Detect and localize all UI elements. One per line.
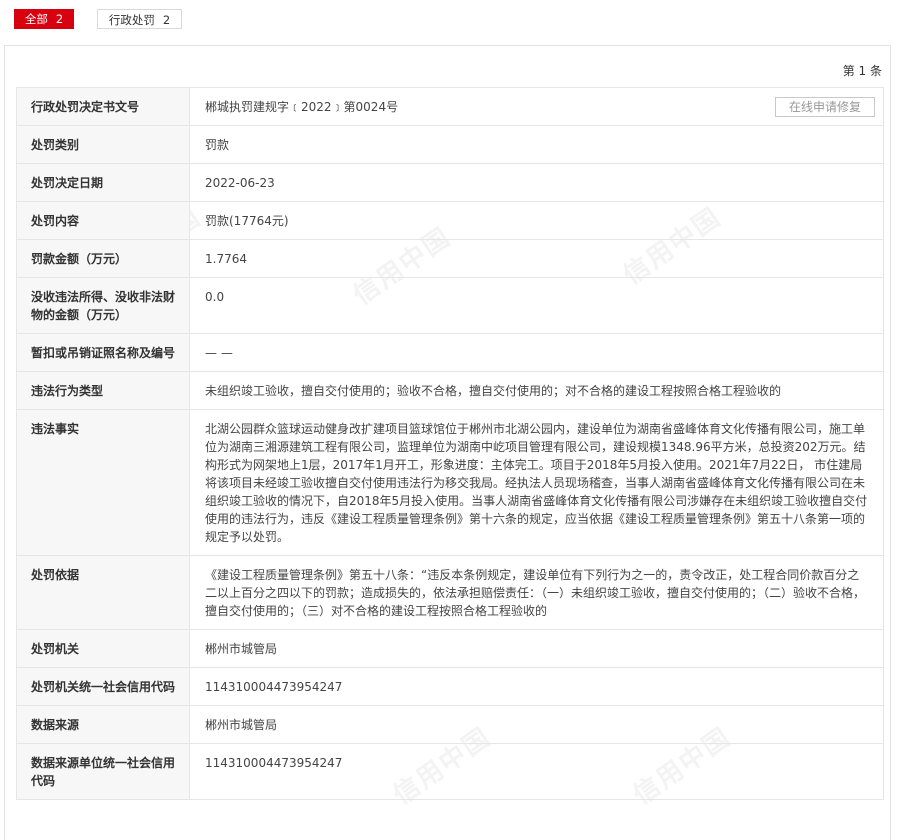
- table-row: 处罚机关 郴州市城管局: [16, 629, 884, 668]
- row-value: 1.7764: [189, 239, 884, 278]
- row-label: 数据来源单位统一社会信用代码: [16, 743, 190, 800]
- row-label: 处罚机关: [16, 629, 190, 668]
- penalty-detail-table: 行政处罚决定书文号 郴城执罚建规字﹝2022﹞第0024号 在线申请修复 处罚类…: [16, 87, 884, 800]
- row-value: 郴州市城管局: [189, 705, 884, 744]
- table-row: 违法事实 北湖公园群众篮球运动健身改扩建项目篮球馆位于郴州市北湖公园内，建设单位…: [16, 409, 884, 556]
- row-value: — —: [189, 333, 884, 372]
- table-row: 暂扣或吊销证照名称及编号 — —: [16, 333, 884, 372]
- table-row: 没收违法所得、没收非法财物的金额（万元） 0.0: [16, 277, 884, 334]
- row-value: 罚款(17764元): [189, 201, 884, 240]
- online-repair-button[interactable]: 在线申请修复: [775, 97, 875, 117]
- row-label: 处罚类别: [16, 125, 190, 164]
- row-label: 违法行为类型: [16, 371, 190, 410]
- row-label: 处罚机关统一社会信用代码: [16, 667, 190, 706]
- tab-bar: 全部 2 行政处罚 2: [0, 0, 897, 40]
- row-label: 行政处罚决定书文号: [16, 87, 190, 126]
- tab-administrative-penalty-count: 2: [162, 13, 171, 27]
- row-label: 违法事实: [16, 409, 190, 556]
- row-label: 罚款金额（万元）: [16, 239, 190, 278]
- table-row: 处罚机关统一社会信用代码 114310004473954247: [16, 667, 884, 706]
- table-row: 违法行为类型 未组织竣工验收，擅自交付使用的；验收不合格，擅自交付使用的；对不合…: [16, 371, 884, 410]
- table-row: 数据来源单位统一社会信用代码 114310004473954247: [16, 743, 884, 800]
- table-row: 处罚类别 罚款: [16, 125, 884, 164]
- row-label: 处罚内容: [16, 201, 190, 240]
- table-row: 数据来源 郴州市城管局: [16, 705, 884, 744]
- row-value: 2022-06-23: [189, 163, 884, 202]
- record-count: 第 1 条: [842, 64, 882, 78]
- row-label: 数据来源: [16, 705, 190, 744]
- row-value: 郴州市城管局: [189, 629, 884, 668]
- table-row: 处罚决定日期 2022-06-23: [16, 163, 884, 202]
- row-label: 处罚依据: [16, 555, 190, 630]
- row-value: 郴城执罚建规字﹝2022﹞第0024号: [205, 100, 399, 114]
- tab-administrative-penalty-label: 行政处罚: [108, 13, 155, 27]
- row-value: 未组织竣工验收，擅自交付使用的；验收不合格，擅自交付使用的；对不合格的建设工程按…: [189, 371, 884, 410]
- table-row: 处罚依据 《建设工程质量管理条例》第五十八条：“违反本条例规定，建设单位有下列行…: [16, 555, 884, 630]
- table-row: 处罚内容 罚款(17764元): [16, 201, 884, 240]
- row-value: 0.0: [189, 277, 884, 334]
- row-label: 处罚决定日期: [16, 163, 190, 202]
- tab-all-count: 2: [55, 12, 64, 26]
- row-value: 罚款: [189, 125, 884, 164]
- table-row: 罚款金额（万元） 1.7764: [16, 239, 884, 278]
- row-label: 暂扣或吊销证照名称及编号: [16, 333, 190, 372]
- row-value-cell: 郴城执罚建规字﹝2022﹞第0024号 在线申请修复: [189, 87, 884, 126]
- row-value: 114310004473954247: [189, 667, 884, 706]
- table-row: 行政处罚决定书文号 郴城执罚建规字﹝2022﹞第0024号 在线申请修复: [16, 87, 884, 126]
- tab-all-label: 全部: [24, 12, 48, 26]
- tab-administrative-penalty[interactable]: 行政处罚 2: [97, 9, 182, 29]
- row-value: 北湖公园群众篮球运动健身改扩建项目篮球馆位于郴州市北湖公园内，建设单位为湖南省盛…: [189, 409, 884, 556]
- row-value: 114310004473954247: [189, 743, 884, 800]
- tab-all[interactable]: 全部 2: [14, 9, 74, 29]
- record-panel: 信用中国 信用中国 信用中国 信用中国 信用中国 第 1 条 行政处罚决定书文号…: [4, 45, 891, 840]
- row-value: 《建设工程质量管理条例》第五十八条：“违反本条例规定，建设单位有下列行为之一的，…: [189, 555, 884, 630]
- row-label: 没收违法所得、没收非法财物的金额（万元）: [16, 277, 190, 334]
